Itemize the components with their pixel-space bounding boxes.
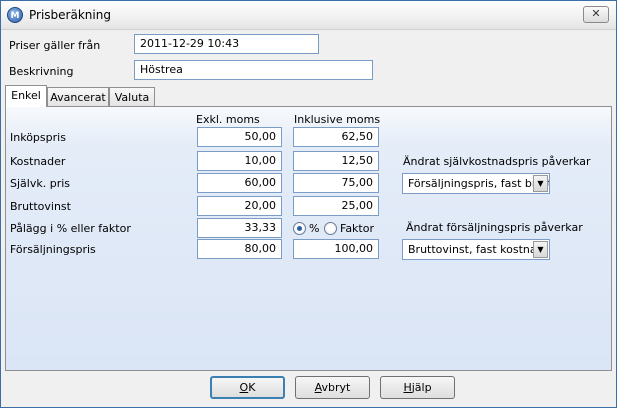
price-change-select[interactable]: Bruttovinst, fast kostnad ▼ xyxy=(402,239,550,260)
price-change-label: Ändrat försäljningspris påverkar xyxy=(406,221,583,234)
column-header-excl: Exkl. moms xyxy=(196,113,260,126)
price-calculation-window: M Prisberäkning ✕ Priser gäller från 201… xyxy=(0,0,617,408)
valid-from-label: Priser gäller från xyxy=(9,39,101,52)
description-label: Beskrivning xyxy=(9,65,74,78)
purchase-price-excl-input[interactable]: 50,00 xyxy=(197,127,282,147)
dialog-body: Priser gäller från 2011-12-29 10:43 Besk… xyxy=(1,30,616,407)
window-title: Prisberäkning xyxy=(29,8,111,22)
price-change-value: Bruttovinst, fast kostnad xyxy=(408,243,544,256)
sales-price-excl-input[interactable]: 80,00 xyxy=(197,239,282,259)
chevron-down-icon[interactable]: ▼ xyxy=(533,241,548,258)
cost-change-label: Ändrat självkostnadspris påverkar xyxy=(403,155,591,168)
chevron-down-icon[interactable]: ▼ xyxy=(533,175,548,192)
tab-avancerat[interactable]: Avancerat xyxy=(47,87,109,107)
help-button[interactable]: Hjälp xyxy=(380,376,455,399)
row-label-sales-price: Försäljningspris xyxy=(10,243,96,256)
row-label-gross-profit: Bruttovinst xyxy=(10,200,71,213)
close-button[interactable]: ✕ xyxy=(583,6,609,23)
cost-price-excl-input[interactable]: 60,00 xyxy=(197,173,282,193)
tab-enkel[interactable]: Enkel xyxy=(5,85,47,107)
purchase-price-incl-input[interactable]: 62,50 xyxy=(293,127,379,147)
markup-factor-label: Faktor xyxy=(340,222,374,235)
tab-panel-enkel: Exkl. moms Inklusive moms Inköpspris 50,… xyxy=(5,106,612,371)
cancel-button[interactable]: Avbryt xyxy=(295,376,370,399)
gross-profit-incl-input[interactable]: 25,00 xyxy=(293,196,379,216)
cost-change-select[interactable]: Försäljningspris, fast bruttovinst ▼ xyxy=(402,173,550,194)
row-label-costs: Kostnader xyxy=(10,155,66,168)
valid-from-input[interactable]: 2011-12-29 10:43 xyxy=(134,34,319,54)
cost-change-value: Försäljningspris, fast bruttovinst xyxy=(408,177,549,190)
gross-profit-excl-input[interactable]: 20,00 xyxy=(197,196,282,216)
row-label-cost-price: Självk. pris xyxy=(10,177,71,190)
title-bar[interactable]: M Prisberäkning ✕ xyxy=(1,1,616,30)
markup-percent-label: % xyxy=(309,222,320,235)
ok-button[interactable]: OK xyxy=(210,376,285,399)
cost-price-incl-input[interactable]: 75,00 xyxy=(293,173,379,193)
row-label-purchase-price: Inköpspris xyxy=(10,131,66,144)
description-input[interactable]: Höstrea xyxy=(134,60,373,80)
column-header-incl: Inklusive moms xyxy=(294,113,381,126)
markup-percent-radio[interactable] xyxy=(293,222,306,235)
costs-excl-input[interactable]: 10,00 xyxy=(197,151,282,171)
app-logo-icon: M xyxy=(7,7,23,23)
markup-factor-radio[interactable] xyxy=(324,222,337,235)
costs-incl-input[interactable]: 12,50 xyxy=(293,151,379,171)
sales-price-incl-input[interactable]: 100,00 xyxy=(293,239,379,259)
row-label-markup: Pålägg i % eller faktor xyxy=(10,222,131,235)
tab-valuta[interactable]: Valuta xyxy=(109,87,155,107)
markup-input[interactable]: 33,33 xyxy=(197,218,282,238)
